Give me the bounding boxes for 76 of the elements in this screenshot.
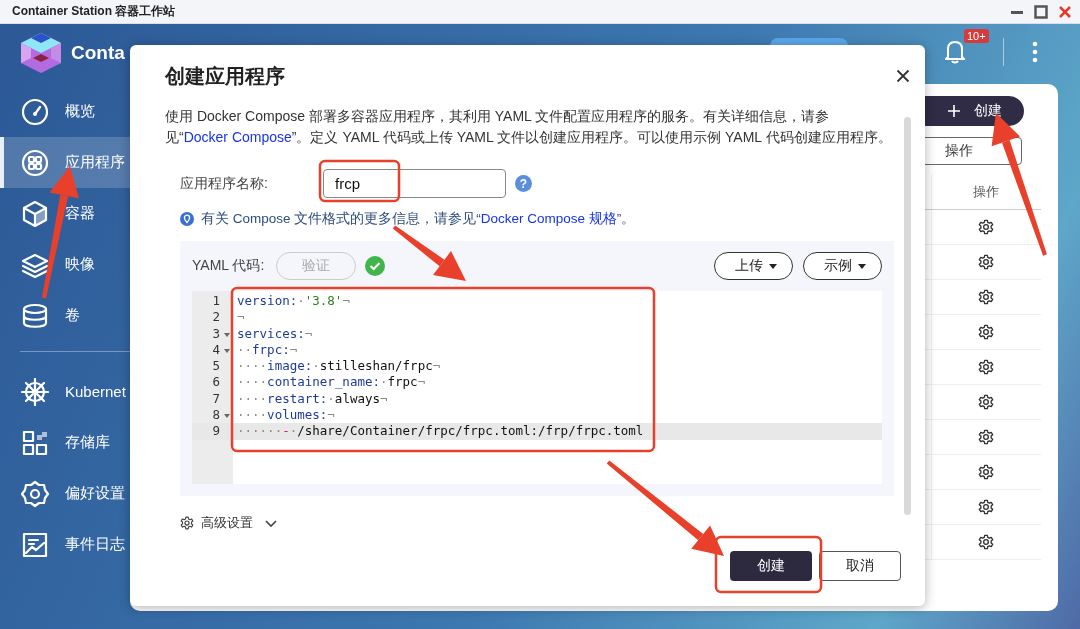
helm-wheel-icon bbox=[21, 377, 49, 406]
sidebar-item[interactable]: 偏好设置 bbox=[0, 468, 130, 519]
settings-icon[interactable] bbox=[978, 394, 995, 410]
line-number: 6 bbox=[212, 374, 220, 391]
dialog-title: 创建应用程序 bbox=[165, 63, 285, 89]
fold-icon[interactable] bbox=[224, 348, 230, 353]
info-text: 有关 Compose 文件格式的更多信息，请参见“Docker Compose 规格”。 bbox=[201, 210, 636, 228]
database-icon bbox=[21, 301, 49, 330]
fold-icon[interactable] bbox=[224, 332, 230, 337]
sidebar-item[interactable]: 事件日志 bbox=[0, 519, 130, 570]
settings-icon[interactable] bbox=[978, 464, 995, 480]
code-line: ··frpc:¬ bbox=[237, 341, 298, 357]
compose-spec-link[interactable]: Docker Compose 规格 bbox=[480, 211, 617, 226]
app-name: Conta bbox=[71, 42, 125, 64]
line-number: 2 bbox=[212, 309, 220, 326]
yaml-label: YAML 代码: bbox=[192, 257, 265, 275]
sidebar-item[interactable]: 存储库 bbox=[0, 417, 130, 468]
settings-icon[interactable] bbox=[978, 534, 995, 550]
settings-icon[interactable] bbox=[978, 324, 995, 340]
settings-icon bbox=[21, 479, 49, 508]
line-number: 4 bbox=[212, 341, 220, 359]
code-line: version:·'3.8'¬ bbox=[237, 293, 350, 308]
logo-icon bbox=[19, 32, 63, 74]
code-line: ¬ bbox=[237, 309, 245, 325]
upload-button[interactable]: 上传 bbox=[714, 252, 793, 280]
maximize-icon[interactable] bbox=[1034, 4, 1048, 19]
sidebar-item[interactable]: 卷 bbox=[0, 290, 130, 341]
line-number: 3 bbox=[212, 325, 220, 342]
code-editor[interactable]: 1 2 3 4 5 6 7 8 9 version:·'3.8'¬ ¬ services:¬ ··frpc:¬ ····image:·stilleshan/frpc¬ ····container_name:·frpc¬ ····restart:·always¬ ····volumes:¬ ······-·/share/Container/frpc/frpc.toml:/frp/frpc.toml bbox=[192, 291, 882, 484]
window-title: Container Station 容器工作站 bbox=[12, 3, 177, 20]
gauge-icon bbox=[21, 97, 49, 126]
scrollbar[interactable] bbox=[904, 117, 911, 515]
sidebar-item[interactable]: 映像 bbox=[0, 239, 130, 290]
caret-icon bbox=[769, 263, 777, 269]
name-label: 应用程序名称: bbox=[180, 174, 269, 193]
docker-compose-link[interactable]: Docker Compose bbox=[183, 129, 292, 145]
sidebar-item[interactable]: Kubernet bbox=[0, 366, 130, 417]
line-number: 5 bbox=[212, 358, 220, 375]
bell-icon[interactable] bbox=[945, 40, 965, 64]
settings-icon[interactable] bbox=[978, 254, 995, 270]
settings-icon[interactable] bbox=[180, 516, 194, 530]
line-number: 1 bbox=[212, 293, 220, 310]
line-number: 7 bbox=[212, 390, 220, 408]
chevron-icon bbox=[264, 517, 278, 529]
location-pin-icon bbox=[180, 212, 194, 226]
code-line: ····container_name:·frpc¬ bbox=[237, 374, 426, 390]
sidebar-item[interactable]: 容器 bbox=[0, 188, 130, 239]
fold-icon[interactable] bbox=[224, 414, 230, 419]
chart-icon bbox=[21, 530, 49, 559]
close-icon[interactable] bbox=[896, 69, 910, 83]
caret-icon bbox=[858, 263, 866, 269]
example-button[interactable]: 示例 bbox=[803, 252, 882, 280]
code-line: ····image:·stilleshan/frpc¬ bbox=[237, 358, 441, 374]
advanced-settings-toggle[interactable]: 高级设置 bbox=[180, 514, 894, 532]
create-button[interactable]: 创建 bbox=[730, 551, 812, 581]
cancel-button[interactable]: 取消 bbox=[819, 551, 901, 581]
sidebar-item[interactable]: 应用程序 bbox=[0, 137, 130, 188]
code-line: ····restart:·always¬ bbox=[237, 390, 388, 406]
plus-icon bbox=[948, 105, 960, 117]
settings-icon[interactable] bbox=[978, 289, 995, 305]
more-icon[interactable] bbox=[1032, 40, 1038, 64]
name-input[interactable]: frcp bbox=[323, 169, 506, 198]
sidebar-item[interactable]: 概览 bbox=[0, 86, 130, 137]
settings-icon[interactable] bbox=[978, 429, 995, 445]
blocks-icon bbox=[21, 428, 49, 457]
settings-icon[interactable] bbox=[978, 359, 995, 375]
settings-icon[interactable] bbox=[978, 499, 995, 515]
line-number: 8 bbox=[212, 407, 220, 424]
code-line: ····volumes:¬ bbox=[237, 407, 335, 423]
code-line: services:¬ bbox=[237, 325, 313, 341]
line-number: 9 bbox=[212, 423, 220, 440]
grid-icon bbox=[21, 148, 49, 177]
notification-badge: 10+ bbox=[964, 28, 989, 43]
code-line: ······-·/share/Container/frpc/frpc.toml:/frp/frpc.toml bbox=[237, 423, 644, 439]
settings-icon[interactable] bbox=[978, 219, 995, 235]
cube-icon bbox=[21, 199, 49, 228]
